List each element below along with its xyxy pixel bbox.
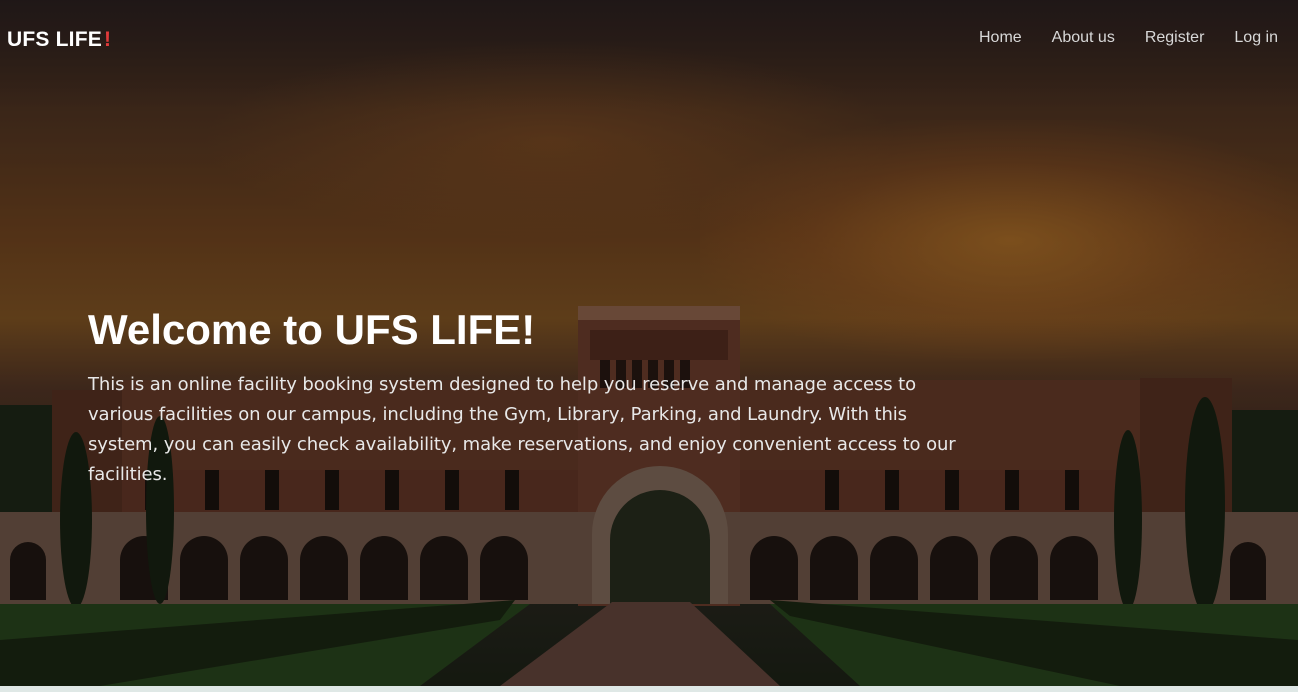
- page-bottom-edge: [0, 686, 1298, 692]
- brand-logo[interactable]: UFS LIFE!: [7, 28, 111, 52]
- nav-link-register[interactable]: Register: [1145, 29, 1205, 47]
- hero-description: This is an online facility booking syste…: [88, 374, 956, 485]
- brand-exclamation-mark: !: [103, 28, 112, 51]
- hero-content: Welcome to UFS LIFE! This is an online f…: [88, 306, 988, 490]
- nav-link-log-in[interactable]: Log in: [1234, 29, 1278, 47]
- top-navbar: UFS LIFE! Home About us Register Log in: [0, 0, 1298, 76]
- nav-link-home[interactable]: Home: [979, 29, 1022, 47]
- hero-title: Welcome to UFS LIFE!: [88, 306, 536, 353]
- brand-name: UFS LIFE: [7, 28, 102, 51]
- nav-link-about-us[interactable]: About us: [1052, 29, 1115, 47]
- nav-links: Home About us Register Log in: [949, 29, 1278, 47]
